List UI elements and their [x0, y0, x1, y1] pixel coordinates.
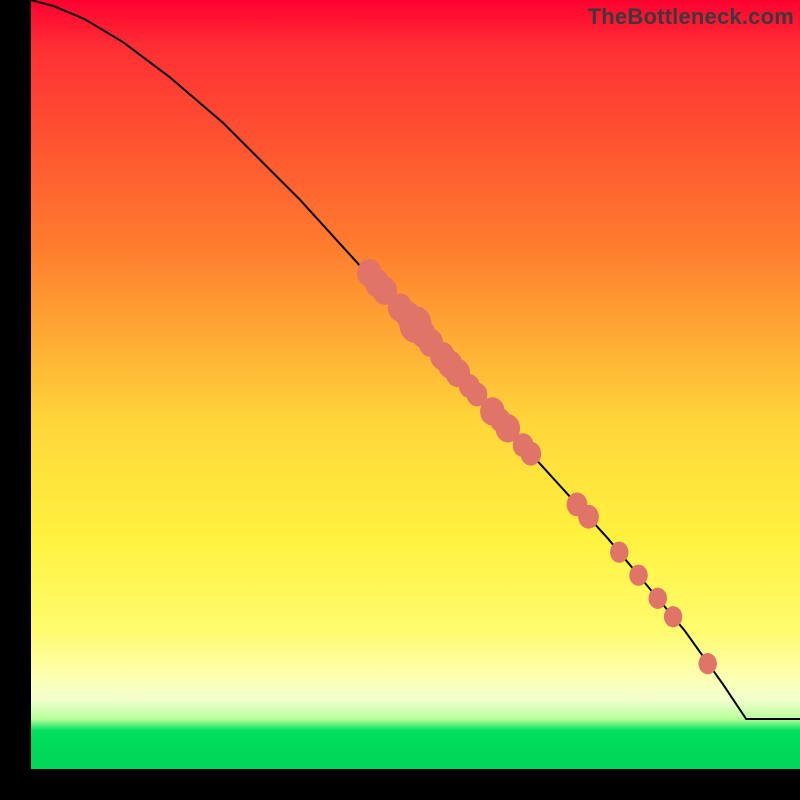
data-marker: [649, 588, 667, 609]
chart-svg: [31, 0, 800, 769]
data-marker: [578, 505, 599, 529]
data-marker: [629, 565, 647, 586]
data-marker: [698, 653, 716, 674]
data-marker: [610, 542, 628, 563]
plot-area: TheBottleneck.com: [31, 0, 800, 769]
markers-group: [357, 259, 717, 674]
data-marker: [664, 606, 682, 627]
chart-frame: TheBottleneck.com: [0, 0, 800, 800]
curve-line: [31, 0, 800, 719]
data-marker: [520, 442, 541, 466]
